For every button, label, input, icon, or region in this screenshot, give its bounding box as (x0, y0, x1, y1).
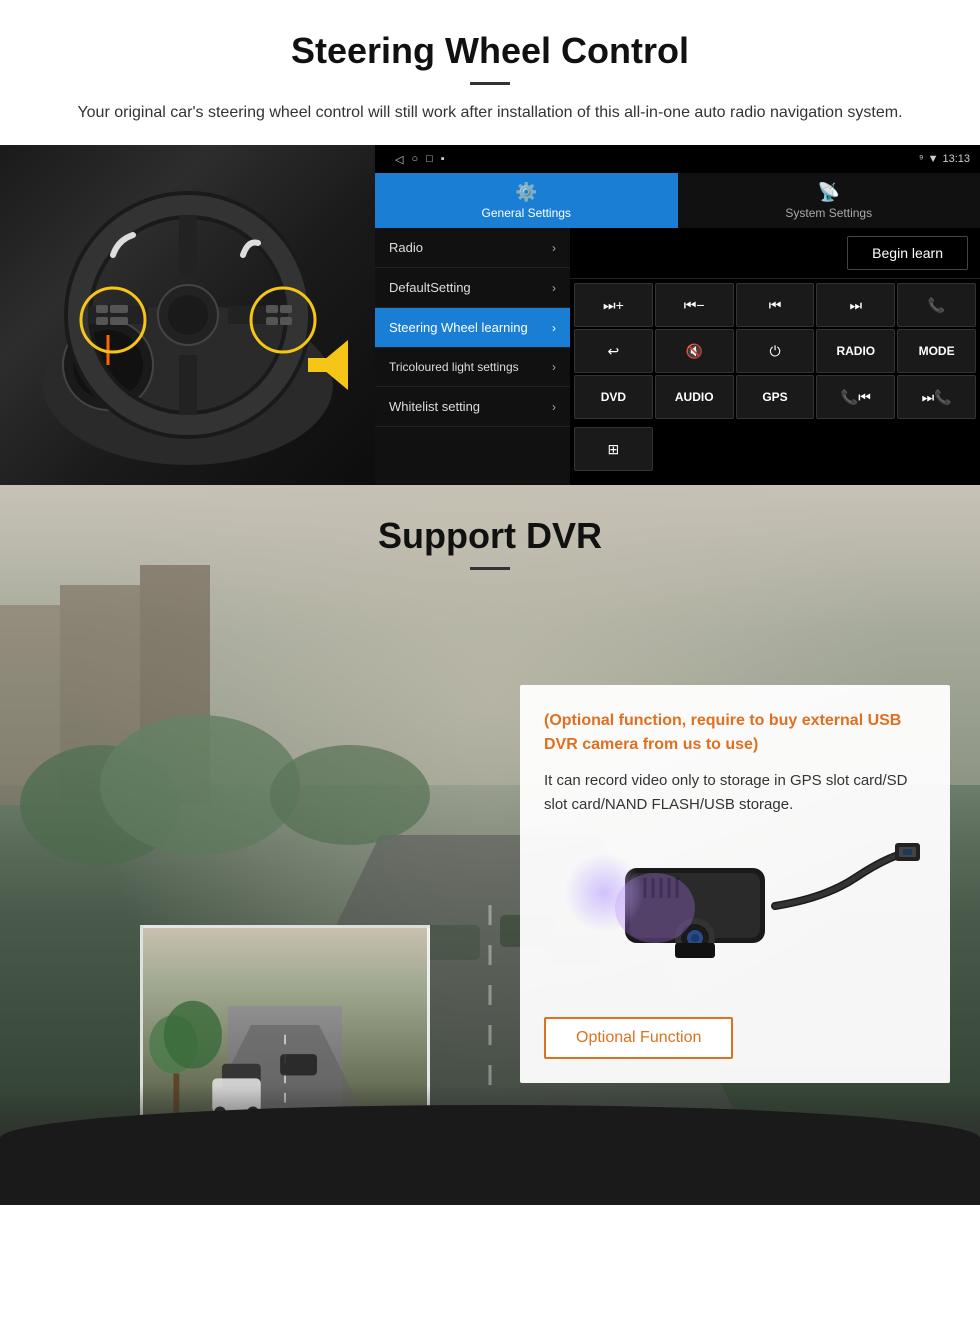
tab-system-label: System Settings (785, 206, 872, 220)
android-content: Radio › DefaultSetting › Steering Wheel … (375, 228, 980, 485)
page-title: Steering Wheel Control (40, 30, 940, 72)
back-icon: ◁ (395, 153, 403, 166)
menu-steering-label: Steering Wheel learning (389, 320, 528, 335)
begin-learn-button[interactable]: Begin learn (847, 236, 968, 270)
ctrl-phone-next[interactable]: ⏭📞 (897, 375, 976, 419)
begin-learn-row: Begin learn (570, 228, 980, 279)
android-statusbar: ◁ ○ □ ▪ ⁹ ▼ 13:13 (375, 145, 980, 173)
ctrl-vol-up[interactable]: ⏭+ (574, 283, 653, 327)
menu-item-tricolour[interactable]: Tricoloured light settings › (375, 348, 570, 387)
chevron-icon: › (552, 241, 556, 255)
dvr-title-area: Support DVR (0, 485, 980, 580)
dvr-optional-text: (Optional function, require to buy exter… (544, 709, 926, 757)
ctrl-audio[interactable]: AUDIO (655, 375, 734, 419)
ctrl-back[interactable]: ↩ (574, 329, 653, 373)
chevron-icon: › (552, 360, 556, 374)
menu-radio-label: Radio (389, 240, 423, 255)
menu-icon: ▪ (441, 153, 445, 166)
android-tabs: ⚙️ General Settings 📡 System Settings (375, 173, 980, 228)
dvr-background: Support DVR (0, 485, 980, 1205)
dvr-info-card: (Optional function, require to buy exter… (520, 685, 950, 1083)
dashboard-arch (0, 1105, 980, 1205)
ctrl-last-row: ⊞ (570, 423, 980, 475)
menu-item-steering[interactable]: Steering Wheel learning › (375, 308, 570, 348)
title-divider (470, 82, 510, 85)
chevron-icon: › (552, 281, 556, 295)
menu-item-whitelist[interactable]: Whitelist setting › (375, 387, 570, 427)
menu-default-label: DefaultSetting (389, 280, 471, 295)
dashboard-bottom (0, 1085, 980, 1205)
recent-icon: □ (426, 153, 433, 166)
ctrl-prev[interactable]: ⏮ (736, 283, 815, 327)
tab-system-settings[interactable]: 📡 System Settings (678, 173, 980, 228)
tab-general-settings[interactable]: ⚙️ General Settings (375, 173, 678, 228)
ctrl-dvd[interactable]: DVD (574, 375, 653, 419)
light-effect (564, 853, 644, 933)
time-display: 13:13 (942, 153, 970, 165)
statusbar-nav: ◁ ○ □ ▪ (395, 153, 445, 166)
ctrl-screen[interactable]: ⊞ (574, 427, 653, 471)
home-icon: ○ (411, 153, 418, 166)
menu-whitelist-label: Whitelist setting (389, 399, 480, 414)
chevron-icon: › (552, 400, 556, 414)
section-description: Your original car's steering wheel contr… (60, 101, 920, 125)
dvr-divider (470, 567, 510, 570)
screenshot-composite: ◁ ○ □ ▪ ⁹ ▼ 13:13 ⚙️ General Settings 📡 … (0, 145, 980, 485)
optional-function-button[interactable]: Optional Function (544, 1017, 733, 1059)
steering-wheel-photo (0, 145, 375, 485)
ctrl-mute[interactable]: 🔇 (655, 329, 734, 373)
ctrl-phone-prev[interactable]: 📞⏮ (816, 375, 895, 419)
dvr-section: Support DVR (0, 485, 980, 1205)
ctrl-gps[interactable]: GPS (736, 375, 815, 419)
menu-tricolour-label: Tricoloured light settings (389, 360, 519, 374)
dvr-camera-illustration (544, 833, 926, 993)
steering-wheel-svg (28, 165, 348, 465)
tab-general-label: General Settings (482, 206, 571, 220)
control-panel: Begin learn ⏭+ ⏮− ⏮ ⏭ 📞 ↩ 🔇 ⏻ RADIO MODE… (570, 228, 980, 485)
control-buttons-grid: ⏭+ ⏮− ⏮ ⏭ 📞 ↩ 🔇 ⏻ RADIO MODE DVD AUDIO G… (570, 279, 980, 423)
chevron-icon: › (552, 321, 556, 335)
system-settings-icon: 📡 (818, 182, 840, 203)
menu-list: Radio › DefaultSetting › Steering Wheel … (375, 228, 570, 485)
ctrl-power[interactable]: ⏻ (736, 329, 815, 373)
steering-wheel-section: Steering Wheel Control Your original car… (0, 0, 980, 125)
wifi-icon: ▼ (928, 153, 939, 165)
ctrl-radio[interactable]: RADIO (816, 329, 895, 373)
dvr-title: Support DVR (0, 515, 980, 557)
menu-item-radio[interactable]: Radio › (375, 228, 570, 268)
menu-item-default[interactable]: DefaultSetting › (375, 268, 570, 308)
location-icon: ⁹ (919, 153, 924, 165)
ctrl-vol-down[interactable]: ⏮− (655, 283, 734, 327)
general-settings-icon: ⚙️ (515, 182, 537, 203)
ctrl-phone[interactable]: 📞 (897, 283, 976, 327)
ctrl-next[interactable]: ⏭ (816, 283, 895, 327)
android-panel: ◁ ○ □ ▪ ⁹ ▼ 13:13 ⚙️ General Settings 📡 … (375, 145, 980, 485)
ctrl-mode[interactable]: MODE (897, 329, 976, 373)
dvr-desc-text: It can record video only to storage in G… (544, 769, 926, 817)
